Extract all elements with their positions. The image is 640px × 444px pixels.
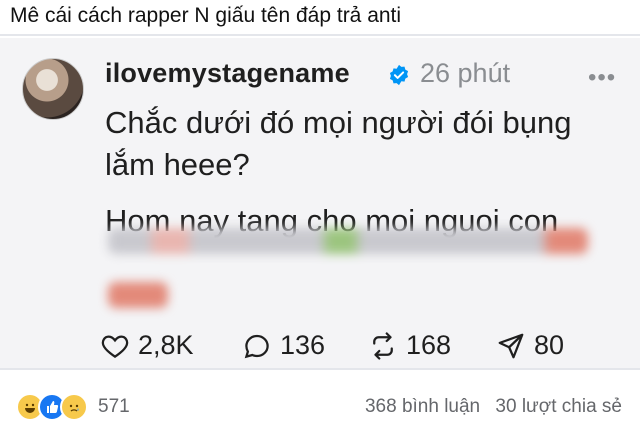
shares-link[interactable]: 30 lượt chia sẻ (495, 396, 622, 417)
post-caption: Mê cái cách rapper N giấu tên đáp trả an… (10, 4, 402, 27)
likes-stat[interactable]: 2,8K (100, 330, 194, 361)
threads-screenshot: ilovemystagename 26 phút ••• Chắc dưới đ… (0, 38, 640, 368)
comments-link[interactable]: 368 bình luận (365, 396, 480, 417)
verified-badge-icon (389, 64, 409, 86)
likes-count: 2,8K (138, 330, 194, 360)
shares-stat[interactable]: 80 (496, 330, 564, 361)
blurred-content-2 (108, 282, 168, 308)
comment-icon (244, 334, 269, 358)
post-stats: 2,8K 136 168 80 (100, 330, 600, 370)
body-line-2: lắm heee? (105, 147, 250, 182)
comments-stat[interactable]: 136 (242, 330, 325, 361)
send-icon (498, 333, 524, 358)
more-options-icon: ••• (588, 64, 617, 91)
comments-count: 136 (280, 330, 326, 360)
blurred-content (108, 228, 588, 254)
post-meta: 368 bình luận 30 lượt chia sẻ (355, 396, 622, 418)
reposts-count: 168 (406, 330, 452, 360)
repost-icon (373, 331, 393, 360)
reaction-count: 571 (98, 396, 130, 417)
body-line-1: Chắc dưới đó mọi người đói bụng (105, 105, 572, 140)
sad-reaction-icon (60, 393, 88, 421)
reposts-stat[interactable]: 168 (368, 330, 451, 361)
shares-count: 80 (534, 330, 565, 360)
divider (0, 34, 640, 36)
reactions-summary[interactable]: 571 (16, 393, 130, 421)
post-time: 26 phút (420, 58, 511, 88)
username: ilovemystagename (105, 58, 350, 88)
avatar (22, 58, 84, 120)
divider (0, 368, 640, 370)
heart-icon (101, 334, 129, 358)
